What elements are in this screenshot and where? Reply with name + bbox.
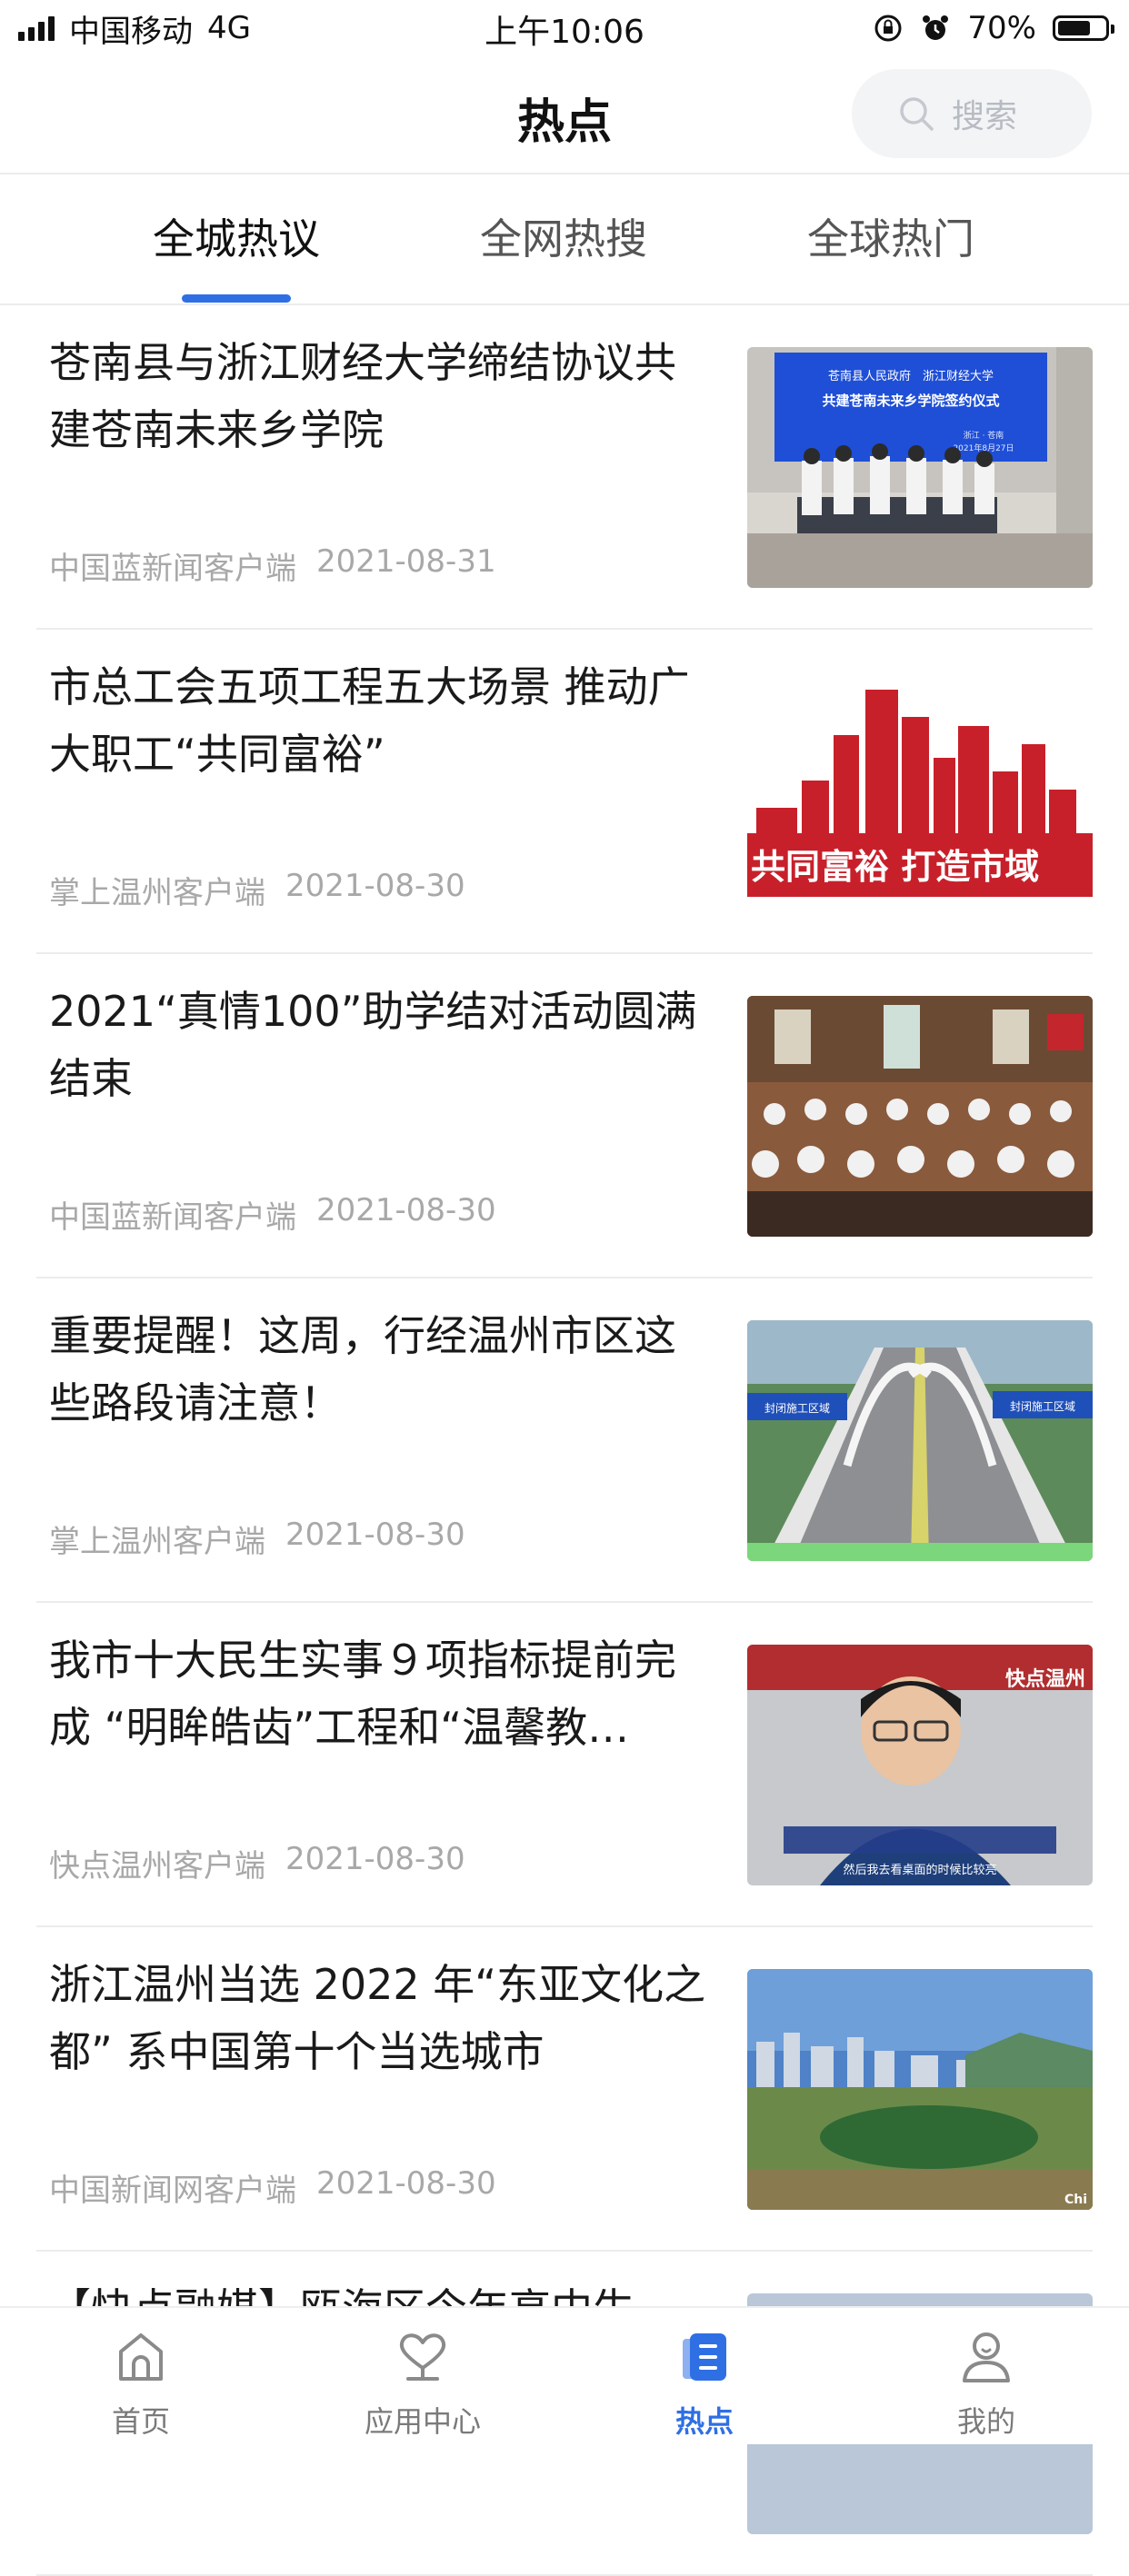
tabbar-apps-label: 应用中心 bbox=[364, 2404, 481, 2439]
news-meta: 中国蓝新闻客户端 2021-08-31 bbox=[49, 543, 496, 588]
tab-city-hot[interactable]: 全城热议 bbox=[100, 174, 373, 303]
news-thumbnail bbox=[747, 996, 1093, 1237]
news-meta: 快点温州客户端 2021-08-30 bbox=[49, 1841, 465, 1885]
search-placeholder: 搜索 bbox=[952, 98, 1018, 135]
news-date: 2021-08-30 bbox=[285, 1517, 465, 1553]
news-meta: 中国新闻网客户端 2021-08-30 bbox=[49, 2165, 496, 2210]
thumb-corner-text: Chi bbox=[1064, 2193, 1087, 2207]
news-date: 2021-08-30 bbox=[316, 1192, 496, 1228]
banner-line-2: 共建苍南未来乡学院签约仪式 bbox=[822, 393, 999, 409]
thumb-caption: 共同富裕 打造市域 bbox=[751, 847, 1039, 887]
tab-active-indicator bbox=[182, 294, 291, 303]
news-title: 我市十大民生实事９项指标提前完成 “明眸皓齿”工程和“温馨教… bbox=[49, 1636, 676, 1752]
news-item[interactable]: 我市十大民生实事９项指标提前完成 “明眸皓齿”工程和“温馨教… 快点温州客户端 … bbox=[36, 1603, 1093, 1927]
news-title: 浙江温州当选 2022 年“东亚文化之都” 系中国第十个当选城市 bbox=[49, 1960, 706, 2076]
status-bar: 中国移动 4G 上午10:06 70% bbox=[0, 0, 1129, 56]
tab-web-hot[interactable]: 全网热搜 bbox=[427, 174, 700, 303]
status-right: 70% bbox=[873, 7, 1114, 49]
news-date: 2021-08-30 bbox=[285, 1841, 465, 1877]
tab-global-hot[interactable]: 全球热门 bbox=[754, 174, 1027, 303]
thumb-subtitle: 然后我去看桌面的时候比较亮 bbox=[843, 1863, 996, 1877]
news-thumbnail: 封闭施工区域 封闭施工区域 bbox=[747, 1320, 1093, 1561]
news-item[interactable]: 浙江温州当选 2022 年“东亚文化之都” 系中国第十个当选城市 中国新闻网客户… bbox=[36, 1927, 1093, 2252]
news-thumbnail: 共同富裕 打造市域 bbox=[747, 671, 1093, 912]
banner-line-3: 浙江 · 苍南 bbox=[964, 430, 1004, 441]
nav-header: 热点 搜索 bbox=[0, 56, 1129, 174]
thumb-label-right: 封闭施工区域 bbox=[1010, 1400, 1075, 1413]
tabbar-hot[interactable]: 热点 bbox=[564, 2308, 845, 2444]
news-source: 中国新闻网客户端 bbox=[49, 2173, 296, 2209]
news-title: 市总工会五项工程五大场景 推动广大职工“共同富裕” bbox=[49, 662, 690, 779]
news-source: 中国蓝新闻客户端 bbox=[49, 551, 296, 587]
news-meta: 掌上温州客户端 2021-08-30 bbox=[49, 868, 465, 912]
home-icon bbox=[119, 2333, 163, 2381]
news-meta: 掌上温州客户端 2021-08-30 bbox=[49, 1517, 465, 1561]
search-input[interactable]: 搜索 bbox=[852, 69, 1092, 158]
news-title: 苍南县与浙江财经大学缔结协议共建苍南未来乡学院 bbox=[49, 338, 676, 454]
tabbar-hot-label: 热点 bbox=[674, 2404, 734, 2439]
tabbar-home[interactable]: 首页 bbox=[0, 2308, 282, 2444]
news-date: 2021-08-30 bbox=[316, 2165, 496, 2202]
tabbar-apps[interactable]: 应用中心 bbox=[282, 2308, 564, 2444]
news-meta: 中国蓝新闻客户端 2021-08-30 bbox=[49, 1192, 496, 1237]
alarm-icon bbox=[923, 15, 949, 40]
heart-icon bbox=[399, 2333, 446, 2381]
thumb-label-left: 封闭施工区域 bbox=[764, 1402, 830, 1415]
news-thumbnail: Chi bbox=[747, 1969, 1093, 2210]
news-icon bbox=[683, 2333, 726, 2381]
battery-icon bbox=[1053, 15, 1114, 41]
news-thumbnail: 快点温州 然后我去看桌面的时候比较亮 bbox=[747, 1645, 1093, 1885]
news-date: 2021-08-31 bbox=[316, 543, 496, 580]
news-item[interactable]: 2021“真情100”助学结对活动圆满结束 中国蓝新闻客户端 2021-08-3… bbox=[36, 954, 1093, 1278]
tabbar-mine[interactable]: 我的 bbox=[845, 2308, 1127, 2444]
news-item[interactable]: 苍南县与浙江财经大学缔结协议共建苍南未来乡学院 中国蓝新闻客户端 2021-08… bbox=[36, 305, 1093, 630]
user-icon bbox=[963, 2332, 1010, 2382]
news-item[interactable]: 重要提醒！这周，行经温州市区这些路段请注意！ 掌上温州客户端 2021-08-3… bbox=[36, 1278, 1093, 1603]
news-list: 苍南县与浙江财经大学缔结协议共建苍南未来乡学院 中国蓝新闻客户端 2021-08… bbox=[0, 305, 1129, 2576]
news-title: 重要提醒！这周，行经温州市区这些路段请注意！ bbox=[49, 1311, 676, 1427]
battery-percent: 70% bbox=[967, 10, 1036, 46]
banner-line-1: 苍南县人民政府 浙江财经大学 bbox=[828, 369, 994, 383]
news-date: 2021-08-30 bbox=[285, 868, 465, 904]
tabbar-mine-label: 我的 bbox=[956, 2404, 1015, 2439]
news-source: 掌上温州客户端 bbox=[49, 1524, 265, 1560]
news-item[interactable]: 市总工会五项工程五大场景 推动广大职工“共同富裕” 掌上温州客户端 2021-0… bbox=[36, 630, 1093, 954]
bottom-tab-bar: 首页 应用中心 热点 我的 bbox=[0, 2306, 1129, 2444]
rotation-lock-icon bbox=[874, 15, 902, 42]
tab-strip: 全城热议 全网热搜 全球热门 bbox=[0, 174, 1129, 305]
tabbar-home-label: 首页 bbox=[111, 2404, 170, 2439]
news-source: 快点温州客户端 bbox=[49, 1848, 265, 1885]
news-source: 掌上温州客户端 bbox=[49, 875, 265, 911]
news-thumbnail: 苍南县人民政府 浙江财经大学 共建苍南未来乡学院签约仪式 浙江 · 苍南 202… bbox=[747, 347, 1093, 588]
search-icon bbox=[900, 97, 934, 131]
thumb-corner-text: 快点温州 bbox=[1005, 1667, 1085, 1691]
news-title: 2021“真情100”助学结对活动圆满结束 bbox=[49, 987, 697, 1103]
news-source: 中国蓝新闻客户端 bbox=[49, 1199, 296, 1236]
